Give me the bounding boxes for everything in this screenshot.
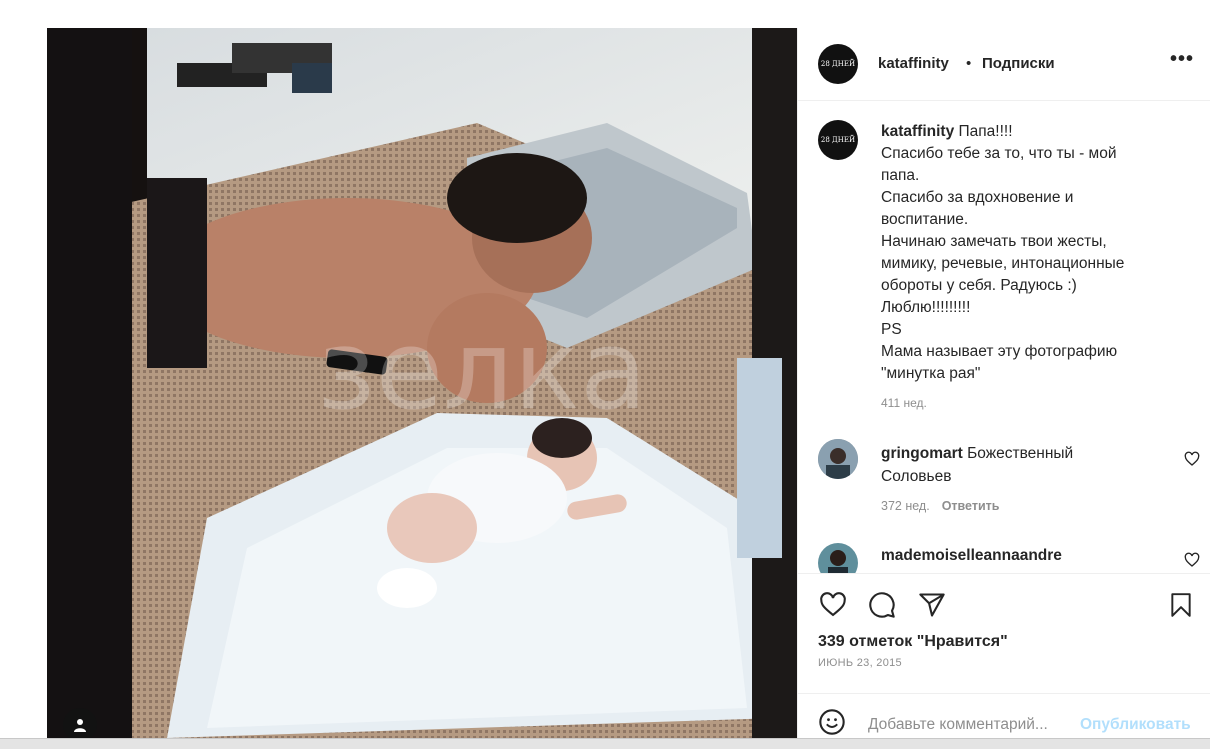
watermark-text: зелка (317, 306, 647, 434)
window-bottom-bar (0, 738, 1210, 749)
following-button[interactable]: Подписки (982, 55, 1055, 72)
post-side-panel: 28 ДНЕЙ kataffinity • Подписки ••• 28 ДН… (797, 28, 1210, 738)
photo-image: зелка (47, 28, 797, 738)
caption-line: PS (881, 321, 902, 338)
comment-body: Божественный (967, 445, 1074, 462)
emoji-icon[interactable] (818, 708, 846, 736)
caption-author-avatar[interactable]: 28 ДНЕЙ (818, 120, 858, 160)
heart-icon[interactable] (1184, 552, 1200, 568)
like-heart-icon[interactable] (818, 591, 848, 619)
caption-line: Начинаю замечать твои жесты, (881, 233, 1107, 250)
more-options-button[interactable]: ••• (1170, 48, 1194, 71)
comment-text: gringomart Божественный Соловьев (881, 442, 1151, 488)
caption-line: папа. (881, 167, 920, 184)
avatar-text: 28 ДНЕЙ (820, 135, 856, 144)
caption-line: Мама называет эту фотографию (881, 343, 1118, 360)
caption-timestamp[interactable]: 411 нед. (881, 396, 927, 410)
add-comment-bar: Добавьте комментарий... Опубликовать (798, 693, 1210, 739)
post-photo[interactable]: зелка (47, 28, 797, 738)
post-actions: 339 отметок "Нравится" ИЮНЬ 23, 2015 (798, 573, 1210, 694)
publish-button[interactable]: Опубликовать (1080, 716, 1191, 734)
caption-line: Люблю!!!!!!!!! (881, 299, 971, 316)
reply-button[interactable]: Ответить (942, 499, 1000, 513)
comment-avatar[interactable] (818, 439, 858, 479)
avatar-image (818, 543, 858, 573)
tagged-users-button[interactable] (63, 708, 97, 742)
comment-input[interactable]: Добавьте комментарий... (868, 716, 1048, 734)
comments-list[interactable]: 28 ДНЕЙ kataffinity Папа!!!! Спасибо теб… (798, 101, 1210, 573)
separator-dot: • (966, 55, 972, 72)
avatar-image (818, 439, 858, 479)
caption-line: Папа!!!! (958, 123, 1013, 140)
comment-username[interactable]: gringomart (881, 445, 963, 462)
comment-text: mademoiselleannaandre (881, 544, 1151, 567)
caption-line: "минутка рая" (881, 365, 981, 382)
comment-timestamp[interactable]: 372 нед. (881, 499, 930, 513)
share-icon[interactable] (918, 591, 946, 619)
caption-username[interactable]: kataffinity (881, 123, 954, 140)
post-header: 28 ДНЕЙ kataffinity • Подписки ••• (798, 28, 1210, 101)
caption-line: обороты у себя. Радуюсь :) (881, 277, 1077, 294)
comment-username[interactable]: mademoiselleannaandre (881, 547, 1062, 564)
heart-icon[interactable] (1184, 451, 1200, 467)
comment-icon[interactable] (868, 591, 896, 619)
comment-avatar[interactable] (818, 543, 858, 573)
comment-meta: 372 нед. Ответить (881, 499, 999, 513)
comment-body: Соловьев (881, 468, 952, 485)
bookmark-icon[interactable] (1168, 591, 1194, 619)
post-date: ИЮНЬ 23, 2015 (818, 657, 902, 669)
caption-line: Спасибо тебе за то, что ты - мой (881, 145, 1117, 162)
author-avatar[interactable]: 28 ДНЕЙ (818, 44, 858, 84)
caption-line: воспитание. (881, 211, 969, 228)
caption-line: мимику, речевые, интонационные (881, 255, 1125, 272)
person-icon (74, 719, 86, 732)
likes-count[interactable]: 339 отметок "Нравится" (818, 633, 1008, 651)
author-username[interactable]: kataffinity (878, 55, 949, 72)
post-caption: kataffinity Папа!!!! Спасибо тебе за то,… (881, 121, 1181, 385)
caption-line: Спасибо за вдохновение и (881, 189, 1074, 206)
avatar-text: 28 ДНЕЙ (820, 59, 856, 68)
